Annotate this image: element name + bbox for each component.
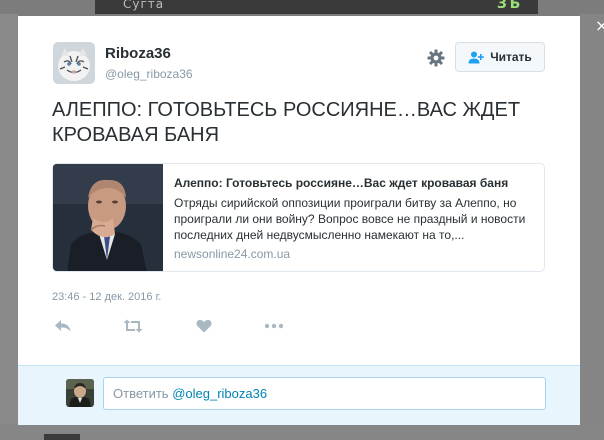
- tweet-modal: Riboza36 @oleg_riboza36 Читать АЛЕППО: Г…: [18, 16, 580, 425]
- link-preview-domain: newsonline24.com.ua: [174, 247, 291, 261]
- background-right: [580, 14, 604, 440]
- background-strip-text: Сугта: [123, 0, 165, 11]
- tweet-text: АЛЕППО: ГОТОВЬТЕСЬ РОССИЯНЕ…ВАС ЖДЕТ КРО…: [52, 99, 521, 146]
- link-preview-card[interactable]: Алеппо: Готовьтесь россияне…Вас ждет кро…: [52, 163, 545, 272]
- current-user-avatar: [66, 379, 94, 407]
- more-icon[interactable]: [263, 316, 285, 336]
- reply-placeholder: Ответить: [113, 386, 173, 401]
- background-video-strip: Сугта ЗЪ: [95, 0, 538, 14]
- link-preview-description: Отряды сирийской оппозиции проиграли бит…: [174, 196, 526, 242]
- close-icon[interactable]: ×: [595, 18, 604, 34]
- tweet-timestamp[interactable]: 23:46 - 12 дек. 2016 г.: [52, 291, 161, 303]
- background-bottom-mark: [44, 434, 80, 440]
- reply-icon[interactable]: [52, 316, 74, 336]
- retweet-icon[interactable]: [122, 316, 144, 336]
- background-left: [0, 14, 18, 440]
- reply-input[interactable]: Ответить @oleg_riboza36: [103, 377, 546, 410]
- link-preview-title: Алеппо: Готовьтесь россияне…Вас ждет кро…: [174, 176, 509, 190]
- follow-user-icon: [468, 51, 484, 63]
- follow-button-label: Читать: [490, 50, 532, 64]
- gear-icon[interactable]: [427, 49, 445, 67]
- author-name[interactable]: Riboza36: [105, 45, 171, 62]
- link-preview-image: [53, 164, 163, 271]
- reply-area: Ответить @oleg_riboza36: [18, 365, 580, 425]
- author-avatar[interactable]: [53, 42, 95, 84]
- follow-button[interactable]: Читать: [455, 42, 545, 72]
- heart-icon[interactable]: [193, 316, 215, 336]
- background-strip-badge: ЗЪ: [496, 0, 520, 12]
- background-bottom: [0, 424, 604, 440]
- reply-mention: @oleg_riboza36: [172, 386, 268, 401]
- author-handle[interactable]: @oleg_riboza36: [105, 67, 193, 81]
